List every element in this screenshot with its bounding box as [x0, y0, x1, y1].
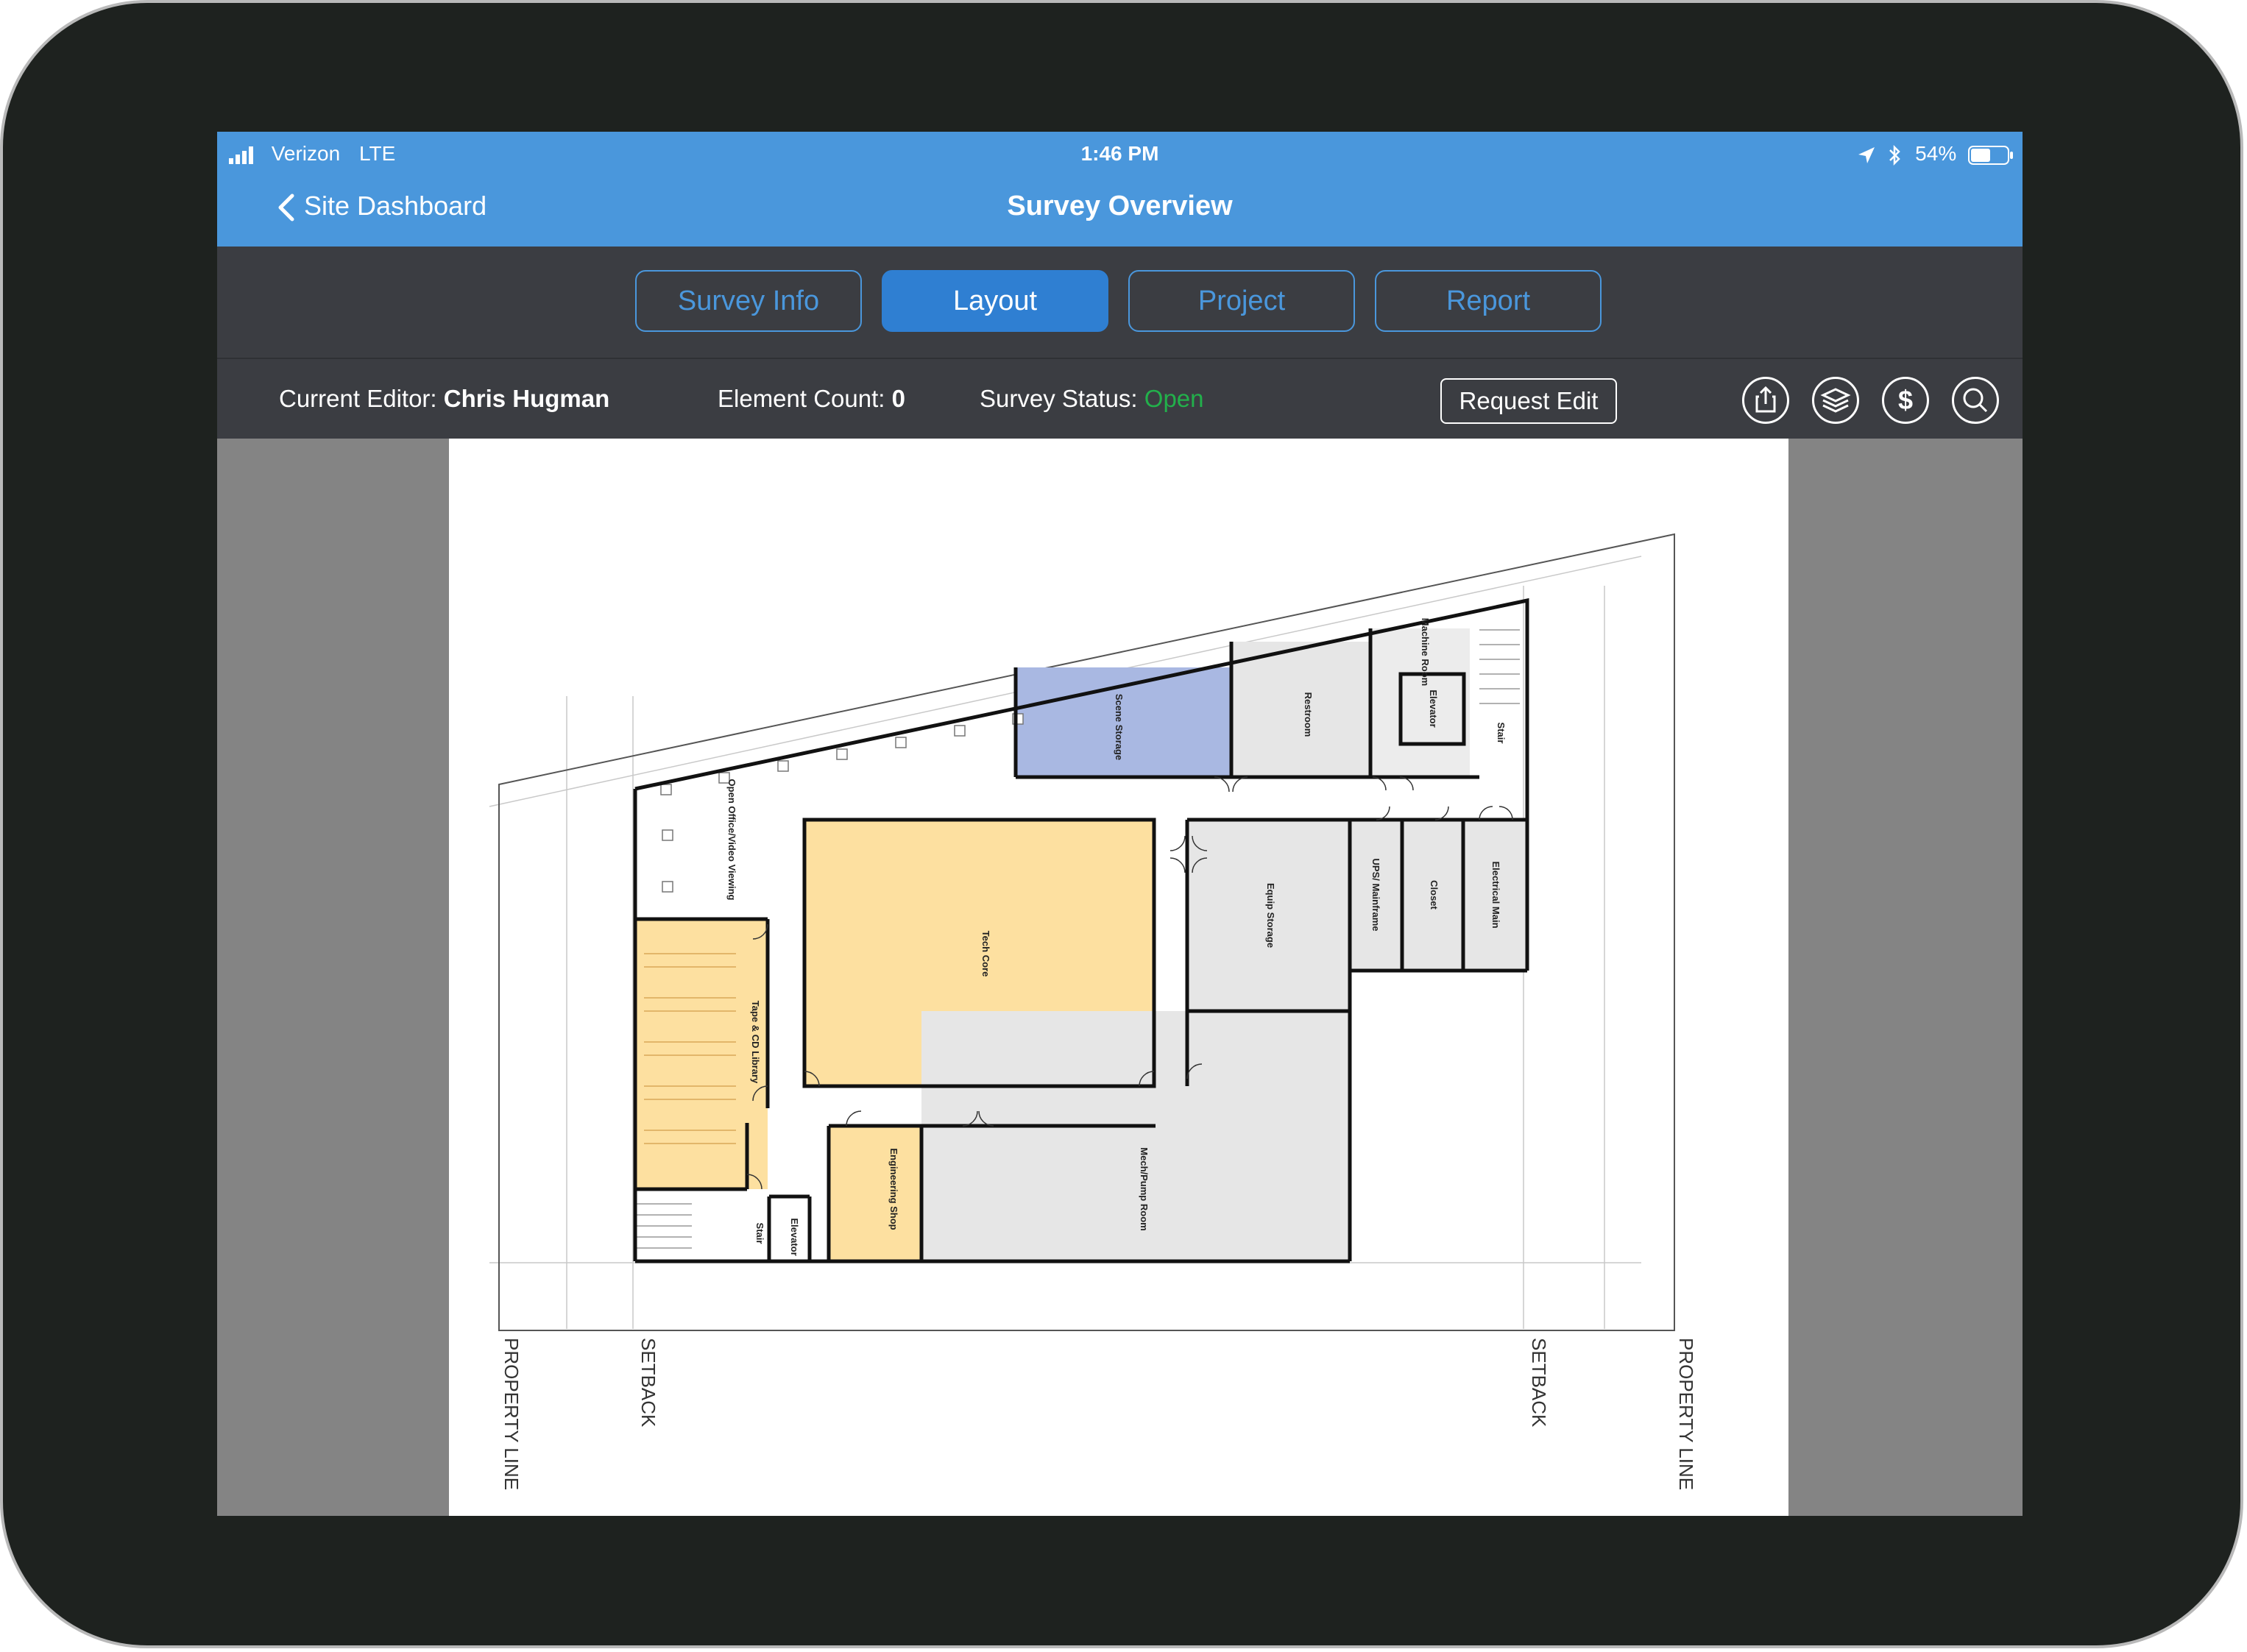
- current-editor: Current Editor: Chris Hugman: [279, 359, 609, 439]
- count-label: Element Count:: [718, 385, 885, 412]
- page-title: Survey Overview: [1007, 191, 1233, 221]
- dollar-icon: $: [1898, 385, 1913, 415]
- label-engineering-shop: Engineering Shop: [888, 1148, 899, 1230]
- label-tech-core: Tech Core: [980, 931, 991, 977]
- location-arrow-icon: [1858, 146, 1875, 163]
- layers-icon: [1820, 388, 1851, 413]
- label-elevator-1: Elevator: [1428, 689, 1439, 727]
- status-time: 1:46 PM: [1080, 142, 1159, 165]
- element-count: Element Count: 0: [718, 359, 905, 439]
- search-icon: [1963, 388, 1988, 413]
- label-open-office: Open Office/Video Viewing: [726, 779, 737, 901]
- segmented-control: Survey Info Layout Project Report: [217, 247, 2023, 359]
- label-tape-library: Tape & CD Library: [750, 1001, 761, 1084]
- tab-report[interactable]: Report: [1375, 270, 1602, 332]
- layers-button[interactable]: [1812, 377, 1859, 424]
- label-property-line-right: PROPERTY LINE: [1675, 1338, 1697, 1490]
- request-edit-button[interactable]: Request Edit: [1440, 378, 1617, 424]
- tab-project[interactable]: Project: [1128, 270, 1355, 332]
- app-screen: Verizon LTE 1:46 PM 54% Site Dashboard S…: [217, 132, 2023, 1516]
- room-restroom[interactable]: [1231, 642, 1371, 777]
- label-stair-2: Stair: [754, 1223, 765, 1244]
- room-engineering[interactable]: [829, 1126, 921, 1261]
- label-ups-mainframe: UPS/ Mainframe: [1370, 859, 1381, 932]
- status-right: 54%: [1857, 138, 2014, 170]
- battery-percent: 54%: [1915, 142, 1957, 165]
- search-button[interactable]: [1952, 377, 1999, 424]
- battery-icon: [1968, 145, 2013, 165]
- label-setback-left: SETBACK: [637, 1338, 659, 1428]
- status-label: Survey Status:: [980, 385, 1138, 412]
- label-restroom: Restroom: [1303, 692, 1314, 737]
- editor-label: Current Editor:: [279, 385, 437, 412]
- tab-layout[interactable]: Layout: [882, 270, 1108, 332]
- label-setback-right: SETBACK: [1528, 1338, 1550, 1428]
- floorplan: Scene Storage Restroom Machine Room Elev…: [489, 533, 1697, 1490]
- cost-button[interactable]: $: [1882, 377, 1929, 424]
- share-button[interactable]: [1742, 377, 1789, 424]
- survey-status: Survey Status: Open: [980, 359, 1204, 439]
- room-mech-pump[interactable]: [921, 1011, 1350, 1261]
- tab-survey-info[interactable]: Survey Info: [635, 270, 862, 332]
- label-elevator-2: Elevator: [789, 1218, 800, 1255]
- svg-text:$: $: [1898, 385, 1913, 415]
- status-value: Open: [1144, 385, 1204, 412]
- label-closet: Closet: [1429, 880, 1440, 910]
- label-equip-storage: Equip Storage: [1265, 883, 1276, 948]
- floorplan-canvas[interactable]: Scene Storage Restroom Machine Room Elev…: [449, 439, 1788, 1516]
- navigation-bar: Verizon LTE 1:46 PM 54% Site Dashboard S…: [217, 132, 2023, 247]
- info-bar: Current Editor: Chris Hugman Element Cou…: [217, 359, 2023, 439]
- label-scene-storage: Scene Storage: [1114, 694, 1125, 760]
- bluetooth-icon: [1889, 144, 1901, 166]
- editor-value: Chris Hugman: [443, 385, 610, 412]
- count-value: 0: [891, 385, 905, 412]
- label-electrical-main: Electrical Main: [1490, 861, 1501, 928]
- label-stair-1: Stair: [1496, 723, 1507, 744]
- label-machine-room: Machine Room: [1420, 618, 1431, 686]
- label-mech-pump: Mech/Pump Room: [1139, 1147, 1150, 1230]
- label-property-line-left: PROPERTY LINE: [500, 1338, 523, 1490]
- share-icon: [1755, 386, 1776, 413]
